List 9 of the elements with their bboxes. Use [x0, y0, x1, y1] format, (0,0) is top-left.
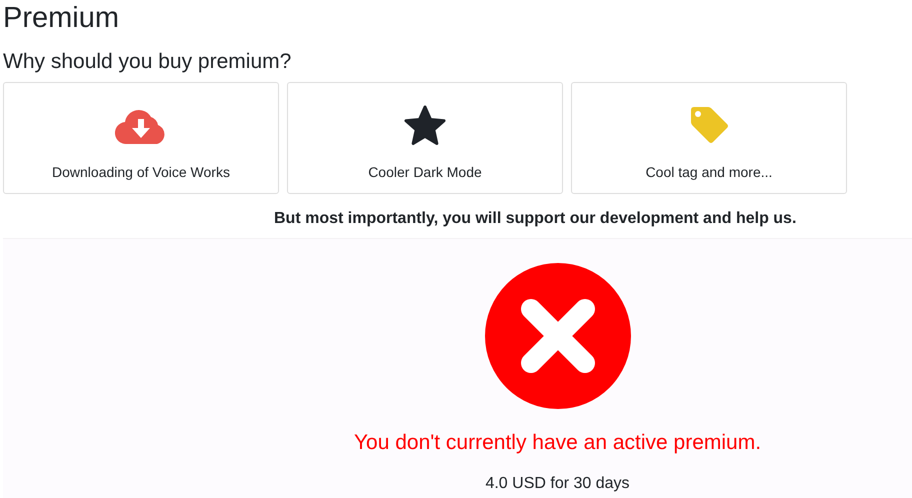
feature-label: Downloading of Voice Works [52, 164, 230, 180]
page-title: Premium [2, 1, 120, 36]
feature-label: Cooler Dark Mode [368, 164, 482, 180]
status-message: You don't currently have an active premium. [354, 431, 762, 455]
section-heading: Why should you buy premium? [3, 49, 292, 75]
support-note: But most importantly, you will support our development and help us. [274, 210, 796, 228]
feature-label: Cool tag and more... [646, 164, 772, 180]
star-icon [403, 105, 447, 147]
price-text: 4.0 USD for 30 days [485, 475, 630, 493]
